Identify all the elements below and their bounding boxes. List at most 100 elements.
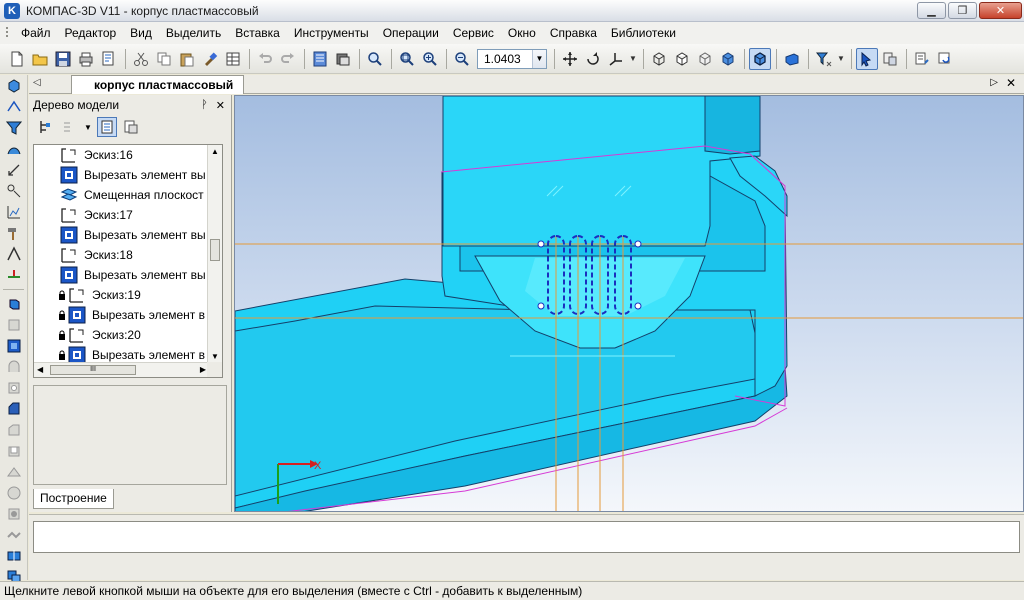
menu-select[interactable]: Выделить [159,22,228,44]
menu-window[interactable]: Окно [501,22,543,44]
restore-button[interactable]: ❐ [948,2,977,19]
mirror-tool[interactable] [3,546,25,566]
panel-close-icon[interactable]: ✕ [216,99,225,112]
undo-button[interactable] [254,48,276,70]
menu-libraries[interactable]: Библиотеки [604,22,683,44]
model-scene[interactable]: X [235,96,1024,512]
save-button[interactable] [52,48,74,70]
add-constraint-tool[interactable] [3,265,25,285]
orientation-dropdown[interactable]: ▼ [628,48,638,70]
tabs-scroll-left-button[interactable]: ◁ [33,77,41,88]
new-document-button[interactable] [6,48,28,70]
dimensions-tool[interactable] [3,160,25,180]
cut-extrude-tool[interactable] [3,378,25,398]
loft-tool[interactable] [3,357,25,377]
rib-tool[interactable] [3,462,25,482]
properties-button[interactable] [98,48,120,70]
filter-button[interactable] [813,48,835,70]
tree-item-cut-extrude[interactable]: Вырезать элемент вы [60,165,206,185]
copy-button[interactable] [153,48,175,70]
tree-vscroll-thumb[interactable] [210,239,220,261]
document-tab[interactable]: корпус пластмассовый [71,75,245,94]
menu-service[interactable]: Сервис [446,22,501,44]
scroll-down-arrow-icon[interactable]: ▼ [211,352,219,361]
zoom-magnifier-button[interactable] [364,48,386,70]
tree-item-cut-extrude[interactable]: Вырезать элемент вы [60,225,206,245]
tab-construction[interactable]: Построение [33,489,114,509]
tree-sort-dropdown[interactable]: ▼ [83,117,93,137]
manager-button[interactable] [309,48,331,70]
tree-item-offset-plane[interactable]: Смещенная плоскост [60,185,204,205]
tree-item-sketch-19[interactable]: Эскиз:19 [58,285,141,305]
select-objects-button[interactable] [856,47,878,70]
filter-dropdown[interactable]: ▼ [836,48,846,70]
hidden-lines-button[interactable] [671,48,693,70]
library-manager-button[interactable] [332,48,354,70]
command-area[interactable] [33,521,1020,553]
tree-sort-button[interactable] [59,117,79,137]
rotate-op-tool[interactable] [3,315,25,335]
rotate-button[interactable] [582,48,604,70]
format-painter-button[interactable] [199,48,221,70]
zoom-in-button[interactable] [419,48,441,70]
zoom-dropdown-button[interactable]: ▼ [532,49,546,68]
sheet-metal-tool[interactable] [3,223,25,243]
tree-horizontal-scrollbar[interactable]: ◀ III ▶ [34,362,209,377]
tree-item-sketch-17[interactable]: Эскиз:17 [60,205,133,225]
paste-button[interactable] [176,48,198,70]
chamfer-tool[interactable] [3,420,25,440]
spatial-curves-tool[interactable] [3,97,25,117]
menu-insert[interactable]: Вставка [228,22,287,44]
menu-editor[interactable]: Редактор [58,22,124,44]
menu-grip-icon[interactable] [4,25,14,41]
minimize-button[interactable]: ▁ [917,2,946,19]
tree-item-cut-extrude[interactable]: Вырезать элемент вы [60,265,206,285]
surfaces-tool[interactable] [3,139,25,159]
pin-icon[interactable]: ᚹ [201,99,208,112]
section-tool[interactable] [3,244,25,264]
tree-item-sketch-16[interactable]: Эскиз:16 [60,145,133,165]
filter-tool[interactable] [3,118,25,138]
menu-operations[interactable]: Операции [376,22,446,44]
close-button[interactable]: ✕ [979,2,1022,19]
scroll-right-arrow-icon[interactable]: ▶ [200,365,206,374]
menu-view[interactable]: Вид [123,22,159,44]
zoom-level-combo[interactable]: 1.0403 ▼ [477,48,547,69]
tree-view-button[interactable] [97,117,117,137]
open-button[interactable] [29,48,51,70]
slope-tool[interactable] [3,483,25,503]
print-button[interactable] [75,48,97,70]
orientation-button[interactable] [605,48,627,70]
rebuild-button[interactable] [911,48,933,70]
extrude-tool[interactable] [3,294,25,314]
reference-button[interactable] [879,48,901,70]
zoom-out-button[interactable] [451,48,473,70]
tree-item-cut-extrude[interactable]: Вырезать элемент в [58,305,205,325]
tree-item-sketch-20[interactable]: Эскиз:20 [58,325,141,345]
variables-button[interactable] [222,48,244,70]
tabs-scroll-right-button[interactable]: ▷ [990,77,998,88]
measure-tool[interactable] [3,181,25,201]
3d-viewport[interactable]: X [234,95,1024,512]
cut-button[interactable] [130,48,152,70]
perspective-button[interactable] [781,48,803,70]
zoom-window-button[interactable] [396,48,418,70]
wireframe-button[interactable] [648,48,670,70]
redo-button[interactable] [277,48,299,70]
edit-details-tool[interactable] [3,76,25,96]
refresh-button[interactable] [934,48,956,70]
hole-tool[interactable] [3,504,25,524]
tree-relations-button[interactable] [121,117,141,137]
zoom-level-value[interactable]: 1.0403 [478,52,532,66]
kompas-app-icon[interactable]: K [4,2,20,19]
shell-tool[interactable] [3,441,25,461]
pan-button[interactable] [559,48,581,70]
tree-vertical-scrollbar[interactable]: ▲ ▼ [207,145,222,363]
thin-hidden-lines-button[interactable] [694,48,716,70]
tree-item-sketch-18[interactable]: Эскиз:18 [60,245,133,265]
shaded-button[interactable] [717,48,739,70]
kinematic-tool[interactable] [3,336,25,356]
part-boss-cutout[interactable] [704,96,761,155]
scroll-up-arrow-icon[interactable]: ▲ [211,147,219,156]
menu-tools[interactable]: Инструменты [287,22,376,44]
